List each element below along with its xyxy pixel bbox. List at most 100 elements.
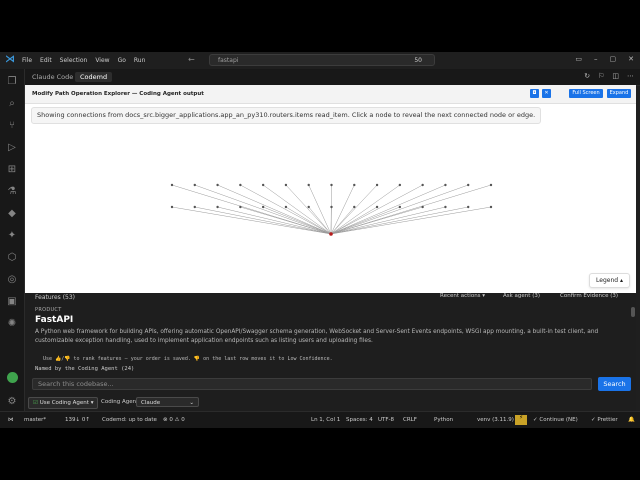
continue-status[interactable]: ✓ Continue (NE) <box>533 417 578 423</box>
graph-node-second[interactable] <box>307 205 310 209</box>
legend-button[interactable]: Legend ▴ <box>589 273 630 288</box>
confirm-evidence-pill[interactable]: Confirm Evidence (3) <box>560 293 618 299</box>
graph-node-second[interactable] <box>284 205 288 209</box>
close-icon[interactable]: ✕ <box>542 89 551 98</box>
graph-node-top[interactable] <box>398 183 402 187</box>
branch-status[interactable]: master* <box>24 417 46 423</box>
more-icon[interactable]: ⋯ <box>627 72 634 80</box>
explorer-icon[interactable]: ❐ <box>6 75 18 87</box>
run-debug-icon[interactable]: ▷ <box>6 141 18 153</box>
broadcast-icon[interactable]: ⚡ <box>515 415 527 425</box>
use-coding-agent-toggle[interactable]: ☑ Use Coding Agent ▾ <box>28 397 99 409</box>
line-ending[interactable]: CRLF <box>403 417 417 423</box>
codemd-icon[interactable]: ▣ <box>6 295 18 307</box>
encoding[interactable]: UTF-8 <box>378 417 394 423</box>
maximize-icon[interactable]: ▢ <box>610 55 617 63</box>
graph-node-top[interactable] <box>239 183 242 187</box>
graph-node-top[interactable] <box>489 183 493 187</box>
graph-node-second[interactable] <box>444 205 447 209</box>
graph-root-node[interactable] <box>329 232 333 236</box>
menu-run[interactable]: Run <box>134 57 146 64</box>
expand-button[interactable]: Expand <box>607 89 631 98</box>
graph-node-second[interactable] <box>193 205 196 209</box>
remote-indicator-icon[interactable]: ⋈ <box>8 417 14 423</box>
graph-node-second[interactable] <box>398 205 402 209</box>
graph-node-top[interactable] <box>193 183 196 187</box>
python-venv[interactable]: venv (3.11.9) <box>477 417 514 423</box>
graph-edge <box>330 206 400 235</box>
python-icon[interactable]: ◆ <box>6 207 18 219</box>
graph-node-top[interactable] <box>375 183 379 187</box>
graph-node-top[interactable] <box>284 183 288 187</box>
graph-node-top[interactable] <box>444 183 447 187</box>
tab-tools: ↻ ⚐ ◫ ⋯ <box>584 72 634 80</box>
graph-edge <box>262 184 332 235</box>
lightbulb-icon[interactable]: ⚐ <box>598 72 604 80</box>
graph-node-second[interactable] <box>353 205 356 209</box>
menu-edit[interactable]: Edit <box>40 57 52 64</box>
features-scrollbar[interactable] <box>631 307 635 317</box>
codemd-status[interactable]: Codemd: up to date <box>102 417 157 423</box>
reset-icon[interactable]: ◘ <box>530 89 539 98</box>
features-section: Features (53) Recent actions ▾ Ask agent… <box>25 293 636 377</box>
search-icon[interactable]: ⌕ <box>6 97 18 109</box>
graph-node-second[interactable] <box>489 205 493 209</box>
graph-node-second[interactable] <box>261 205 265 209</box>
menu-file[interactable]: File <box>22 57 32 64</box>
graph-node-second[interactable] <box>239 205 242 209</box>
command-center-count: 50 <box>414 57 422 64</box>
agent-icon[interactable]: ◎ <box>6 273 18 285</box>
graph-canvas[interactable] <box>25 103 636 293</box>
close-window-icon[interactable]: ✕ <box>628 55 634 63</box>
recent-actions-pill[interactable]: Recent actions ▾ <box>440 293 485 299</box>
graph-edge <box>330 206 423 235</box>
graph-node-top[interactable] <box>467 183 470 187</box>
graph-node-second[interactable] <box>375 205 379 209</box>
search-button[interactable]: Search <box>598 377 631 391</box>
minimize-icon[interactable]: – <box>594 55 598 63</box>
prettier-status[interactable]: ✓ Prettier <box>591 417 618 423</box>
account-avatar[interactable] <box>7 372 18 383</box>
search-row: Search this codebase... Search <box>25 377 636 395</box>
command-center[interactable]: fastapi 50 <box>209 54 435 66</box>
coding-agent-select[interactable]: Claude ⌄ <box>136 397 199 407</box>
remote-icon[interactable]: ⬡ <box>6 251 18 263</box>
graph-edge <box>330 184 492 235</box>
named-by-agent[interactable]: Named by the Coding Agent (24) <box>35 366 134 372</box>
sync-status[interactable]: 139↓ 0↑ <box>65 417 90 423</box>
settings-gear-icon[interactable]: ⚙ <box>6 395 18 407</box>
graph-node-top[interactable] <box>421 183 424 187</box>
graph-node-top[interactable] <box>307 183 310 187</box>
graph-node-second[interactable] <box>170 205 174 209</box>
graph-node-top[interactable] <box>330 183 333 187</box>
problems-status[interactable]: ⊗ 0 ⚠ 0 <box>163 417 185 423</box>
graph-node-second[interactable] <box>216 205 219 209</box>
ai-sparkle-icon[interactable]: ✦ <box>6 229 18 241</box>
codebase-search-input[interactable]: Search this codebase... <box>32 378 592 390</box>
graph-node-second[interactable] <box>421 205 424 209</box>
testing-icon[interactable]: ⚗ <box>6 185 18 197</box>
source-control-icon[interactable]: ⑂ <box>6 119 18 131</box>
graph-node-top[interactable] <box>353 183 356 187</box>
tab-codemd[interactable]: Codemd <box>75 72 113 82</box>
indentation[interactable]: Spaces: 4 <box>346 417 373 423</box>
language-mode[interactable]: Python <box>434 417 453 423</box>
tab-claude-code[interactable]: Claude Code <box>27 72 78 82</box>
graph-node-top[interactable] <box>216 183 219 187</box>
layout-icon[interactable]: ▭ <box>575 55 582 63</box>
split-editor-icon[interactable]: ◫ <box>612 72 619 80</box>
full-screen-button[interactable]: Full Screen <box>569 89 603 98</box>
extensions-icon[interactable]: ⊞ <box>6 163 18 175</box>
ask-agent-pill[interactable]: Ask agent (3) <box>503 293 540 299</box>
graph-node-second[interactable] <box>467 205 470 209</box>
menu-selection[interactable]: Selection <box>60 57 88 64</box>
menu-go[interactable]: Go <box>118 57 126 64</box>
notifications-icon[interactable]: 🔔 <box>628 417 635 423</box>
refresh-icon[interactable]: ↻ <box>584 72 590 80</box>
cursor-position[interactable]: Ln 1, Col 1 <box>311 417 340 423</box>
menu-view[interactable]: View <box>95 57 109 64</box>
graph-node-top[interactable] <box>170 183 174 187</box>
graph-node-top[interactable] <box>261 183 265 187</box>
claude-icon[interactable]: ✺ <box>6 317 18 329</box>
graph-node-second[interactable] <box>330 205 333 209</box>
